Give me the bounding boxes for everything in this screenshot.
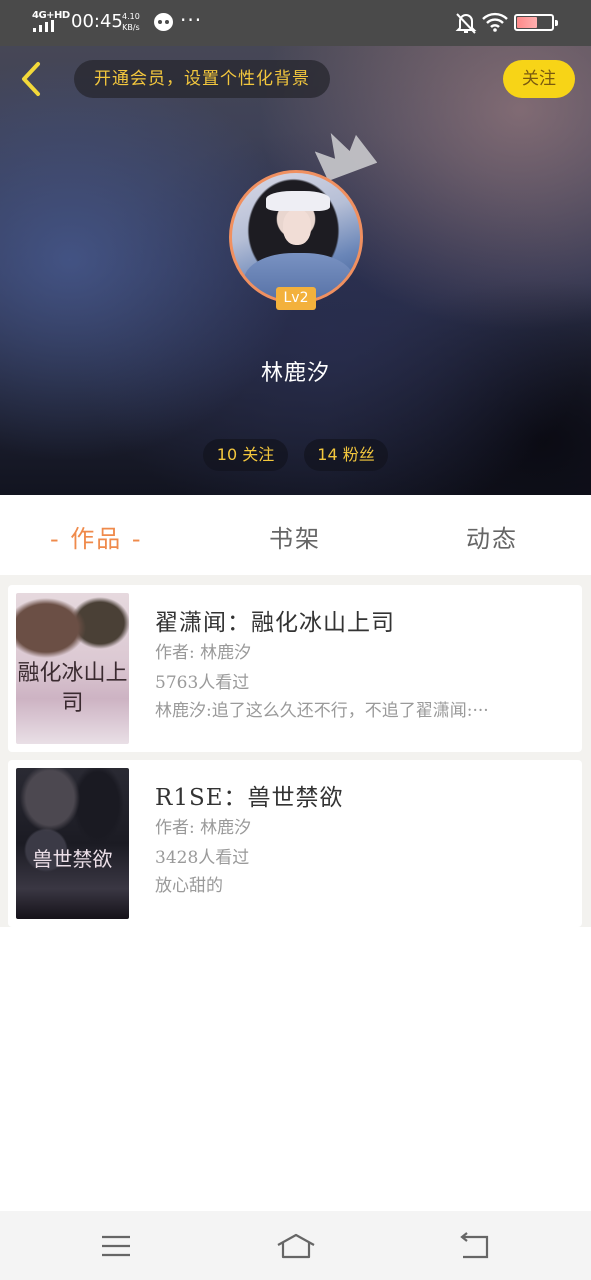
app-notification-icon (154, 13, 173, 31)
cover-title: 融化冰山上司 (17, 661, 128, 716)
vip-background-button[interactable]: 开通会员，设置个性化背景 (74, 60, 330, 98)
system-navigation-bar (0, 1211, 591, 1280)
level-badge: Lv2 (276, 287, 316, 310)
tab-bookshelf[interactable]: 书架 (269, 519, 321, 554)
book-author: 作者: 林鹿汐 (155, 818, 252, 838)
book-description: 林鹿汐:追了这么久还不行，不追了翟潇闻:··· (155, 701, 489, 721)
book-views: 5763人看过 (155, 673, 250, 693)
mute-bell-icon (455, 13, 477, 34)
profile-header: 4G+HD 00:45 4.10 KB/s ··· 开通会员，设置个性化背景 关… (0, 0, 591, 495)
more-notifications-icon: ··· (180, 8, 203, 32)
profile-tabs: - 作品 - 书架 动态 (0, 495, 591, 575)
clock: 00:45 (71, 11, 123, 32)
book-title[interactable]: 翟潇闻：融化冰山上司 (155, 603, 395, 637)
book-cover[interactable]: 融化冰山上司 (16, 593, 129, 744)
book-title[interactable]: R1SE：兽世禁欲 (155, 778, 344, 812)
follow-button[interactable]: 关注 (503, 60, 575, 98)
back-nav-icon[interactable] (455, 1231, 495, 1261)
tab-activity[interactable]: 动态 (466, 519, 518, 554)
username: 林鹿汐 (260, 361, 330, 386)
tab-works[interactable]: - 作品 - (50, 519, 143, 554)
menu-icon[interactable] (96, 1231, 136, 1261)
fans-count-button[interactable]: 14 粉丝 (304, 439, 388, 471)
home-icon[interactable] (276, 1231, 316, 1261)
signal-icon (33, 20, 57, 32)
network-speed: 4.10 KB/s (122, 11, 140, 33)
following-count-button[interactable]: 10 关注 (203, 439, 288, 471)
cover-title: 兽世禁欲 (32, 847, 113, 871)
avatar[interactable] (229, 170, 363, 304)
battery-icon (514, 14, 558, 31)
wifi-icon (482, 12, 508, 32)
book-cover[interactable]: 兽世禁欲 (16, 768, 129, 919)
speed-value: 4.10 (122, 12, 140, 21)
book-author: 作者: 林鹿汐 (155, 643, 252, 663)
speed-unit: KB/s (122, 23, 140, 32)
works-list: 融化冰山上司 翟潇闻：融化冰山上司 作者: 林鹿汐 5763人看过 林鹿汐:追了… (0, 575, 591, 927)
book-card[interactable]: 融化冰山上司 翟潇闻：融化冰山上司 作者: 林鹿汐 5763人看过 林鹿汐:追了… (8, 585, 582, 752)
back-button[interactable] (14, 58, 50, 100)
book-card[interactable]: 兽世禁欲 R1SE：兽世禁欲 作者: 林鹿汐 3428人看过 放心甜的 (8, 760, 582, 927)
book-description: 放心甜的 (155, 876, 223, 896)
status-bar: 4G+HD 00:45 4.10 KB/s ··· (0, 0, 591, 46)
book-views: 3428人看过 (155, 848, 250, 868)
